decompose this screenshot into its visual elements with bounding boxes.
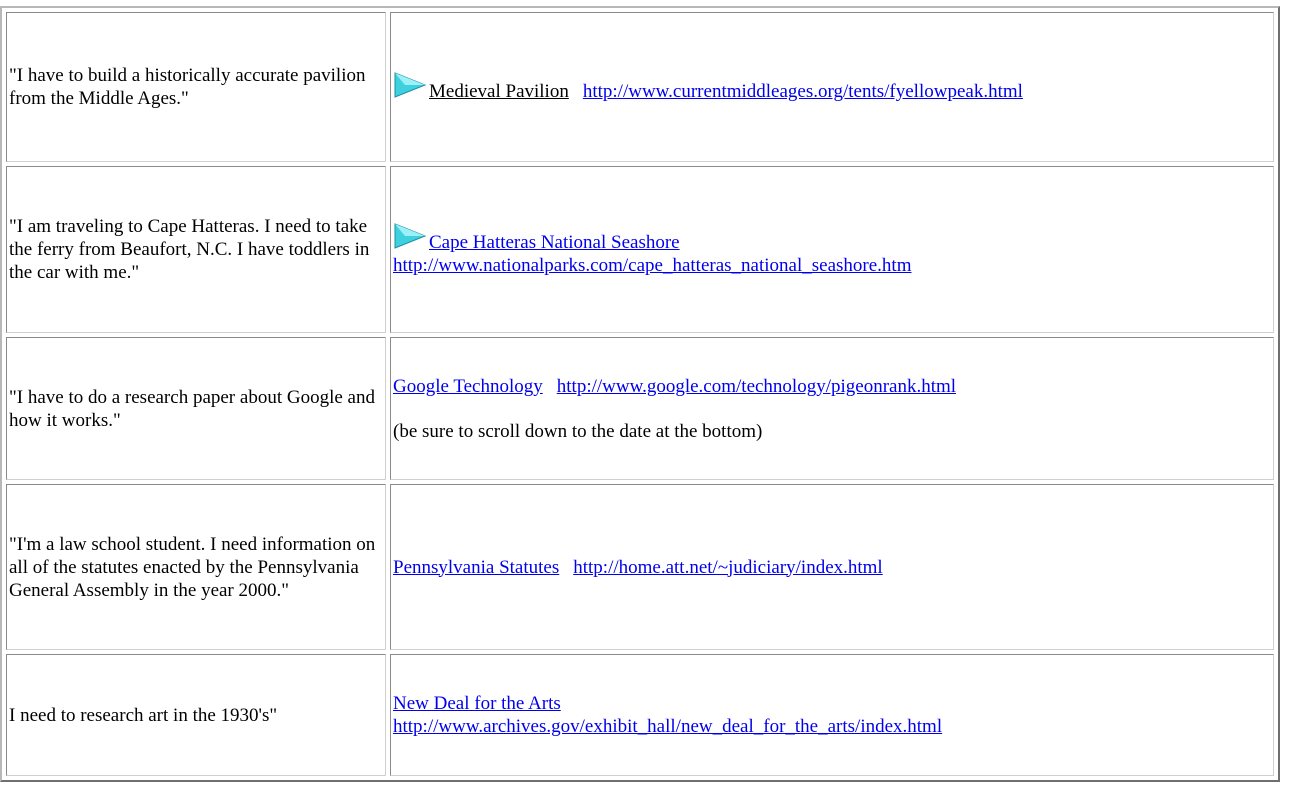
- answer-cell: Pennsylvania Statutes http://home.att.net…: [390, 484, 1274, 650]
- question-text: "I am traveling to Cape Hatteras. I need…: [9, 216, 370, 283]
- answer-cell: Medieval Pavilion http://www.currentmiddl…: [390, 12, 1274, 162]
- question-cell: "I'm a law school student. I need inform…: [6, 484, 386, 650]
- question-cell: "I have to build a historically accurate…: [6, 12, 386, 162]
- medieval-pavilion-link[interactable]: Medieval Pavilion: [429, 81, 569, 102]
- arrow-icon: [394, 223, 427, 249]
- cape-hatteras-url[interactable]: http://www.nationalparks.com/cape_hatter…: [393, 255, 911, 276]
- question-text: I need to research art in the 1930's": [9, 704, 278, 726]
- table-row: "I'm a law school student. I need inform…: [6, 484, 1274, 650]
- question-text: "I have to do a research paper about Goo…: [9, 386, 375, 431]
- table-row: "I have to do a research paper about Goo…: [6, 337, 1274, 480]
- question-cell: "I am traveling to Cape Hatteras. I need…: [6, 166, 386, 333]
- table-row: "I am traveling to Cape Hatteras. I need…: [6, 166, 1274, 333]
- question-cell: I need to research art in the 1930's": [6, 654, 386, 776]
- question-text: "I'm a law school student. I need inform…: [9, 533, 376, 601]
- answer-cell: Cape Hatteras National Seashore http://w…: [390, 166, 1274, 333]
- answer-cell: Google Technology http://www.google.com/t…: [390, 337, 1274, 480]
- table-row: I need to research art in the 1930's" Ne…: [6, 654, 1274, 776]
- new-deal-arts-url[interactable]: http://www.archives.gov/exhibit_hall/new…: [393, 716, 942, 737]
- pennsylvania-statutes-url[interactable]: http://home.att.net/~judiciary/index.htm…: [573, 557, 882, 578]
- pennsylvania-statutes-link[interactable]: Pennsylvania Statutes: [393, 557, 559, 578]
- table-row: "I have to build a historically accurate…: [6, 12, 1274, 162]
- google-technology-url[interactable]: http://www.google.com/technology/pigeonr…: [557, 376, 956, 397]
- arrow-icon: [394, 72, 427, 98]
- new-deal-arts-link[interactable]: New Deal for the Arts: [393, 693, 561, 714]
- google-technology-link[interactable]: Google Technology: [393, 376, 543, 397]
- cape-hatteras-link[interactable]: Cape Hatteras National Seashore: [429, 232, 680, 253]
- medieval-pavilion-url[interactable]: http://www.currentmiddleages.org/tents/f…: [583, 81, 1023, 102]
- question-text: "I have to build a historically accurate…: [9, 65, 366, 109]
- resource-table: "I have to build a historically accurate…: [0, 6, 1280, 782]
- question-cell: "I have to do a research paper about Goo…: [6, 337, 386, 480]
- answer-cell: New Deal for the Arts http://www.archive…: [390, 654, 1274, 776]
- scroll-note: (be sure to scroll down to the date at t…: [393, 420, 763, 442]
